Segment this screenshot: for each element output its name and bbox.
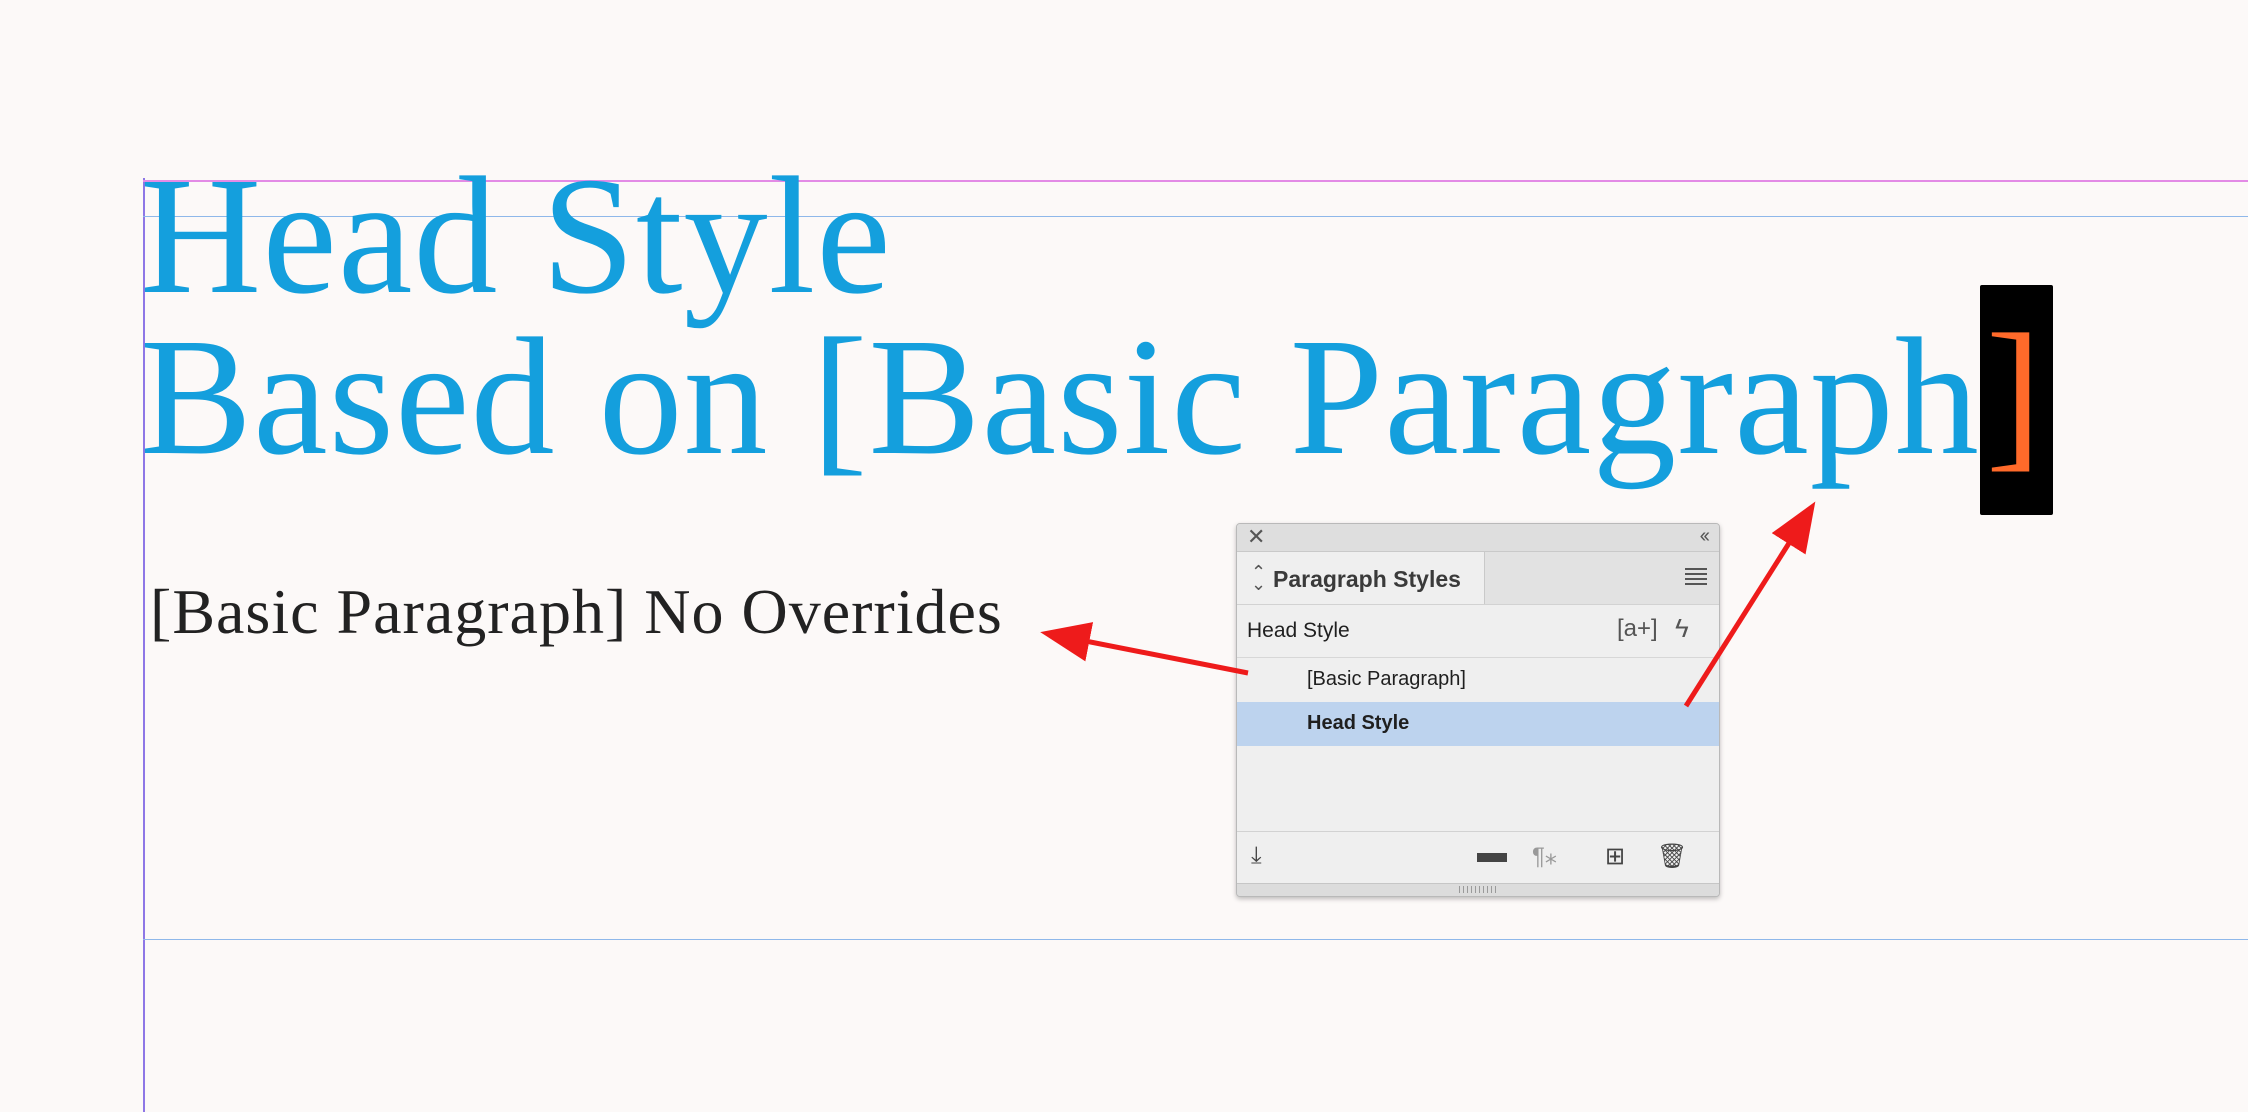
annotation-arrows <box>1040 501 1816 708</box>
arrow-to-bracket <box>1683 501 1816 708</box>
arrow-to-body-paragraph <box>1040 622 1249 676</box>
